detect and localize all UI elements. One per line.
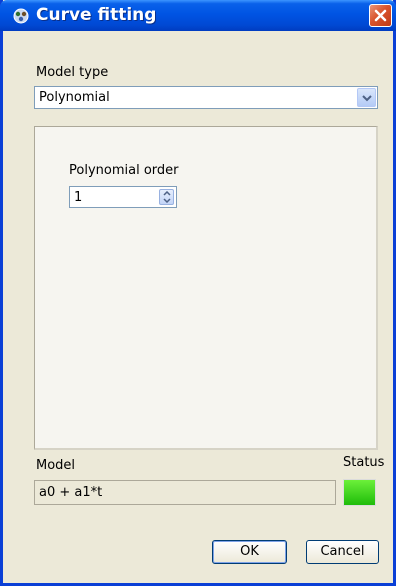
polynomial-order-stepper[interactable] [159,189,174,205]
model-type-dropdown-button[interactable] [357,88,376,107]
status-indicator [343,479,376,506]
chevron-down-icon [362,95,372,102]
spin-down-icon[interactable] [163,198,171,203]
ok-button[interactable]: OK [212,540,287,564]
model-expression-field: a0 + a1*t [34,480,336,505]
polynomial-order-label: Polynomial order [69,163,179,178]
app-icon [12,7,30,25]
polynomial-order-value: 1 [74,190,83,205]
close-button[interactable] [369,4,392,27]
title-bar[interactable]: Curve fitting [0,0,396,31]
curve-fitting-dialog: Curve fitting Model type Polynomial Poly… [0,0,396,586]
status-label: Status [343,455,385,470]
window-title: Curve fitting [36,5,157,25]
model-expression-value: a0 + a1*t [39,485,103,500]
cancel-button[interactable]: Cancel [306,540,379,564]
model-type-select[interactable]: Polynomial [34,86,378,109]
polynomial-order-spinner[interactable]: 1 [69,186,177,208]
spin-up-icon[interactable] [163,191,171,196]
model-type-value: Polynomial [39,90,110,105]
close-icon [374,9,387,22]
model-type-label: Model type [36,65,109,80]
model-label: Model [36,458,76,473]
